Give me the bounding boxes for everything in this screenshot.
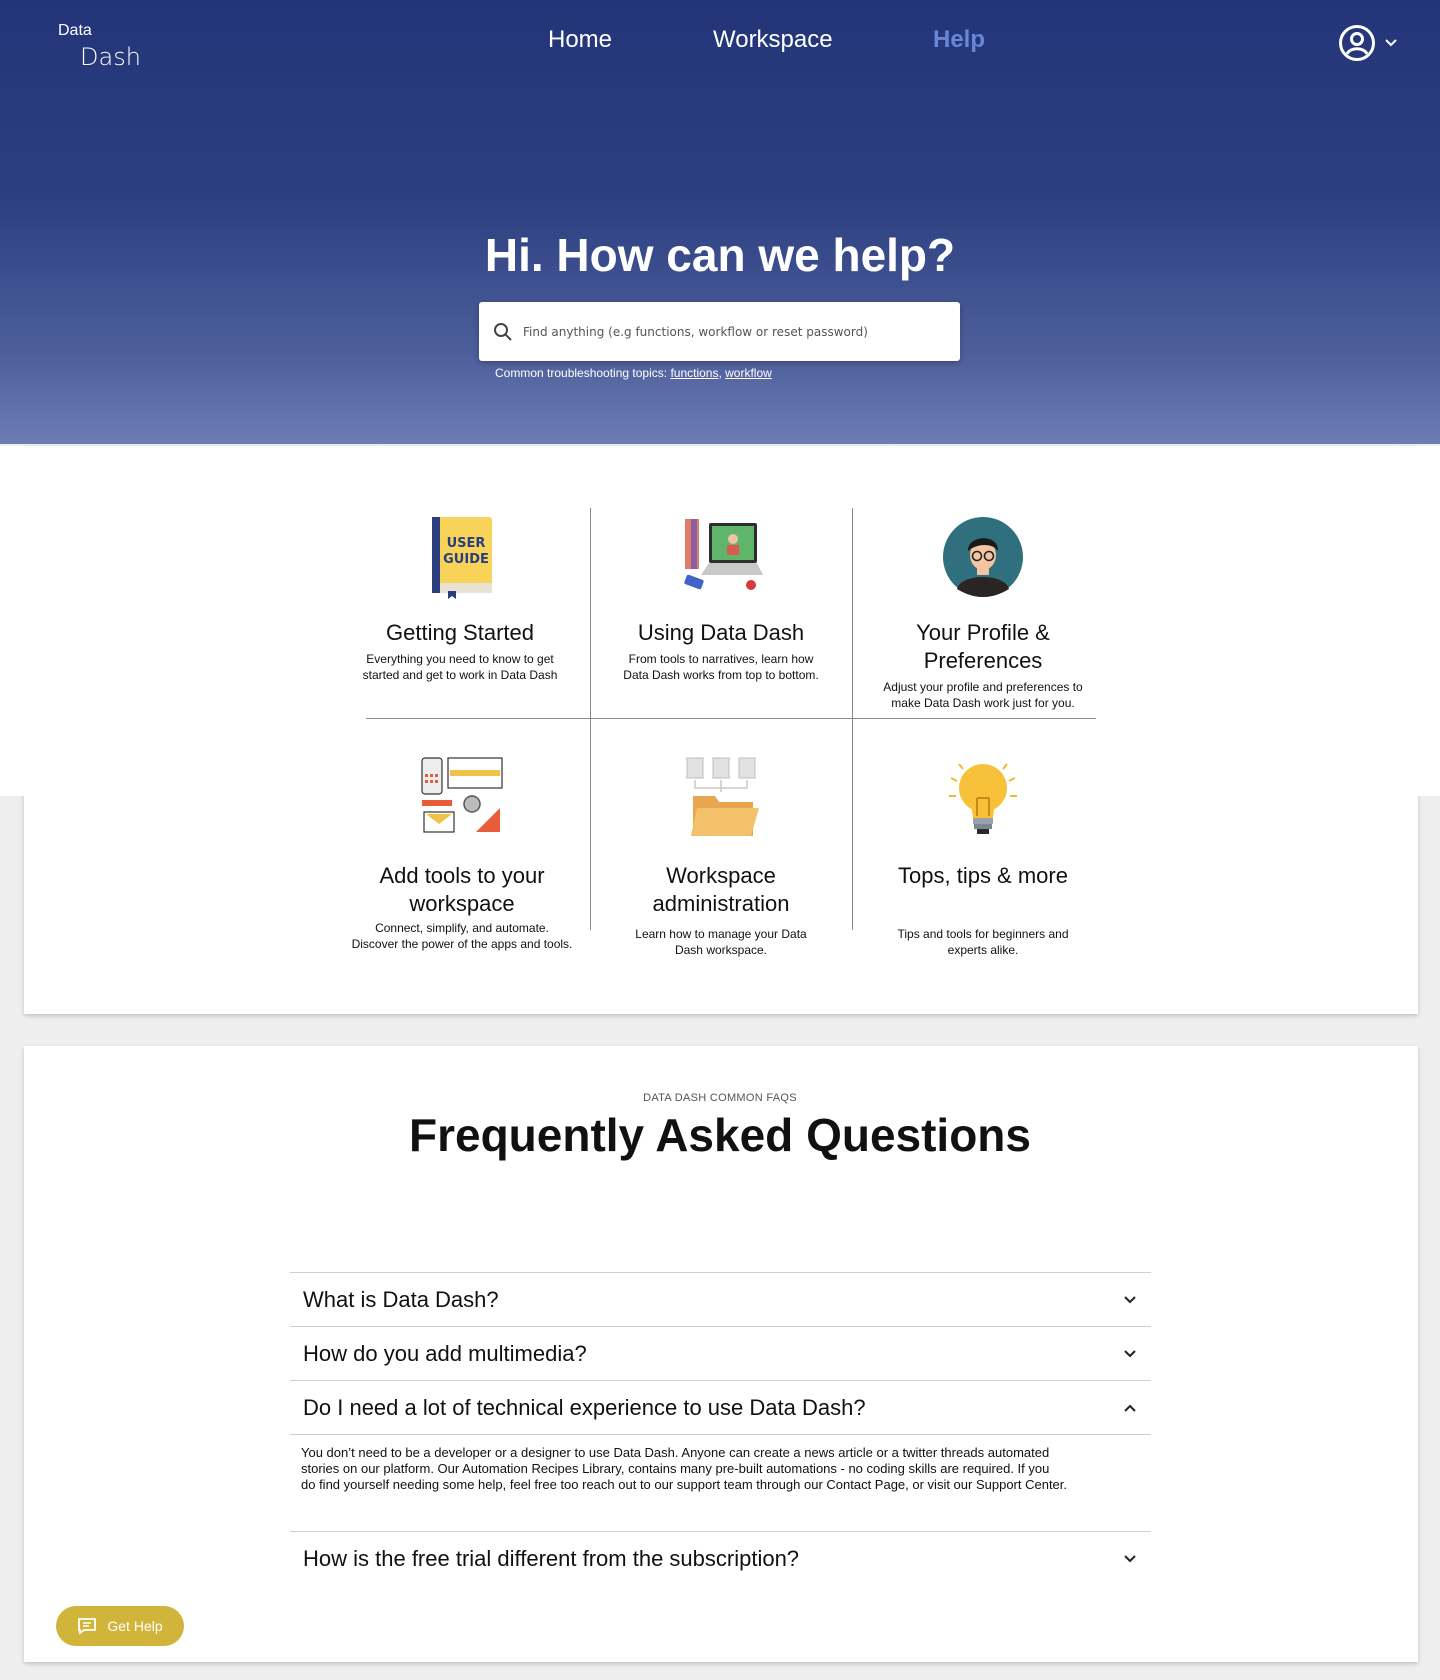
faq-title: Frequently Asked Questions [409,1109,1031,1161]
category-desc: Dash workspace. [674,943,768,957]
category-desc: Learn how to manage your Data [635,927,807,941]
faq-item: How do you add multimedia? [290,1326,1151,1380]
tools-collage-icon [421,757,503,833]
chat-bubble-icon [78,1618,97,1635]
faq-item: How is the free trial different from the… [290,1531,1151,1585]
category-title: Using Data Dash [637,620,805,645]
svg-text:USER: USER [447,536,486,551]
topic-link-workflow[interactable]: workflow [725,366,772,380]
faq-question[interactable]: What is Data Dash? [290,1273,1151,1326]
category-desc: Tips and tools for beginners and [897,927,1069,941]
category-add-tools[interactable]: Add tools to your workspace Connect, sim… [332,756,592,952]
faq-answer-line: stories on our platform. Our Automation … [301,1461,1050,1476]
search-box[interactable] [479,302,960,361]
category-tips[interactable]: Tops, tips & more Tips and tools for beg… [868,756,1098,958]
chevron-down-icon [1124,1554,1136,1562]
faq-answer: You don’t need to be a developer or a de… [290,1434,1151,1531]
faq-answer-line: do find yourself needing some help, feel… [301,1477,1068,1492]
category-title: Workspace [666,863,776,888]
category-desc: Data Dash works from top to bottom. [623,668,819,682]
category-desc: Adjust your profile and preferences to [883,680,1083,694]
search-icon [494,322,512,341]
profile-avatar-icon [943,517,1023,597]
hero-banner: Data Dash Home Workspace Help Hi. How ca… [0,0,1440,444]
category-title: Add tools to your [379,863,545,888]
category-profile-preferences[interactable]: Your Profile & Preferences Adjust your p… [868,515,1098,711]
category-workspace-admin[interactable]: Workspace administration Learn how to ma… [601,756,841,958]
category-desc: Discover the power of the apps and tools… [351,937,573,951]
troubleshooting-topics: Common troubleshooting topics: functions… [495,366,772,380]
folder-files-icon [686,757,759,836]
category-desc: make Data Dash work just for you. [891,696,1075,710]
faq-question-text: How is the free trial different from the… [303,1545,800,1571]
hero-title: Hi. How can we help? [484,229,956,281]
faq-question[interactable]: How is the free trial different from the… [290,1532,1151,1585]
get-help-label: Get Help [107,1618,163,1634]
category-title: Preferences [923,648,1043,673]
category-using-data-dash[interactable]: Using Data Dash From tools to narratives… [601,515,841,683]
category-desc: Everything you need to know to get [366,652,554,666]
chevron-down-icon [1124,1349,1136,1357]
category-desc: Connect, simplify, and automate. [375,921,549,935]
grid-divider [366,718,1096,719]
chevron-down-icon [1124,1295,1136,1303]
laptop-workstation-icon [684,519,763,590]
category-desc: From tools to narratives, learn how [628,652,814,666]
faq-question[interactable]: Do I need a lot of technical experience … [290,1381,1151,1434]
nav-workspace[interactable]: Workspace [713,26,833,54]
category-title: administration [652,891,790,916]
category-title: workspace [409,891,515,916]
grid-divider [852,508,853,930]
main-nav: Home Workspace Help [0,26,1440,60]
category-title: Your Profile & [916,620,1050,645]
user-menu[interactable] [1338,24,1398,62]
svg-text:GUIDE: GUIDE [443,552,489,567]
lightbulb-icon [949,763,1017,834]
chevron-down-icon [1385,39,1397,47]
topic-link-functions[interactable]: functions [670,366,718,380]
faq-accordion: What is Data Dash? How do you add multim… [290,1272,1151,1585]
chevron-up-icon [1124,1404,1136,1412]
nav-help[interactable]: Help [933,26,985,54]
get-help-button[interactable]: Get Help [56,1606,184,1646]
faq-question[interactable]: How do you add multimedia? [290,1327,1151,1380]
faq-kicker: DATA DASH COMMON FAQS [643,1092,797,1104]
user-account-icon [1339,25,1375,61]
faq-question-text: How do you add multimedia? [303,1340,587,1366]
topics-label: Common troubleshooting topics: [495,366,668,380]
faq-item: What is Data Dash? [290,1272,1151,1326]
category-title: Tops, tips & more [898,863,1068,888]
category-getting-started[interactable]: USER GUIDE Getting Started Everything yo… [340,515,580,683]
category-desc: started and get to work in Data Dash [362,668,558,682]
nav-home[interactable]: Home [548,26,612,54]
category-desc: experts alike. [947,943,1019,957]
user-guide-book-icon: USER GUIDE [432,517,492,599]
faq-question-text: What is Data Dash? [303,1286,499,1312]
faq-item-expanded: Do I need a lot of technical experience … [290,1380,1151,1531]
faq-answer-line: You don’t need to be a developer or a de… [301,1445,1050,1460]
faq-question-text: Do I need a lot of technical experience … [303,1394,866,1420]
search-input[interactable] [523,324,943,339]
category-title: Getting Started [386,620,534,645]
